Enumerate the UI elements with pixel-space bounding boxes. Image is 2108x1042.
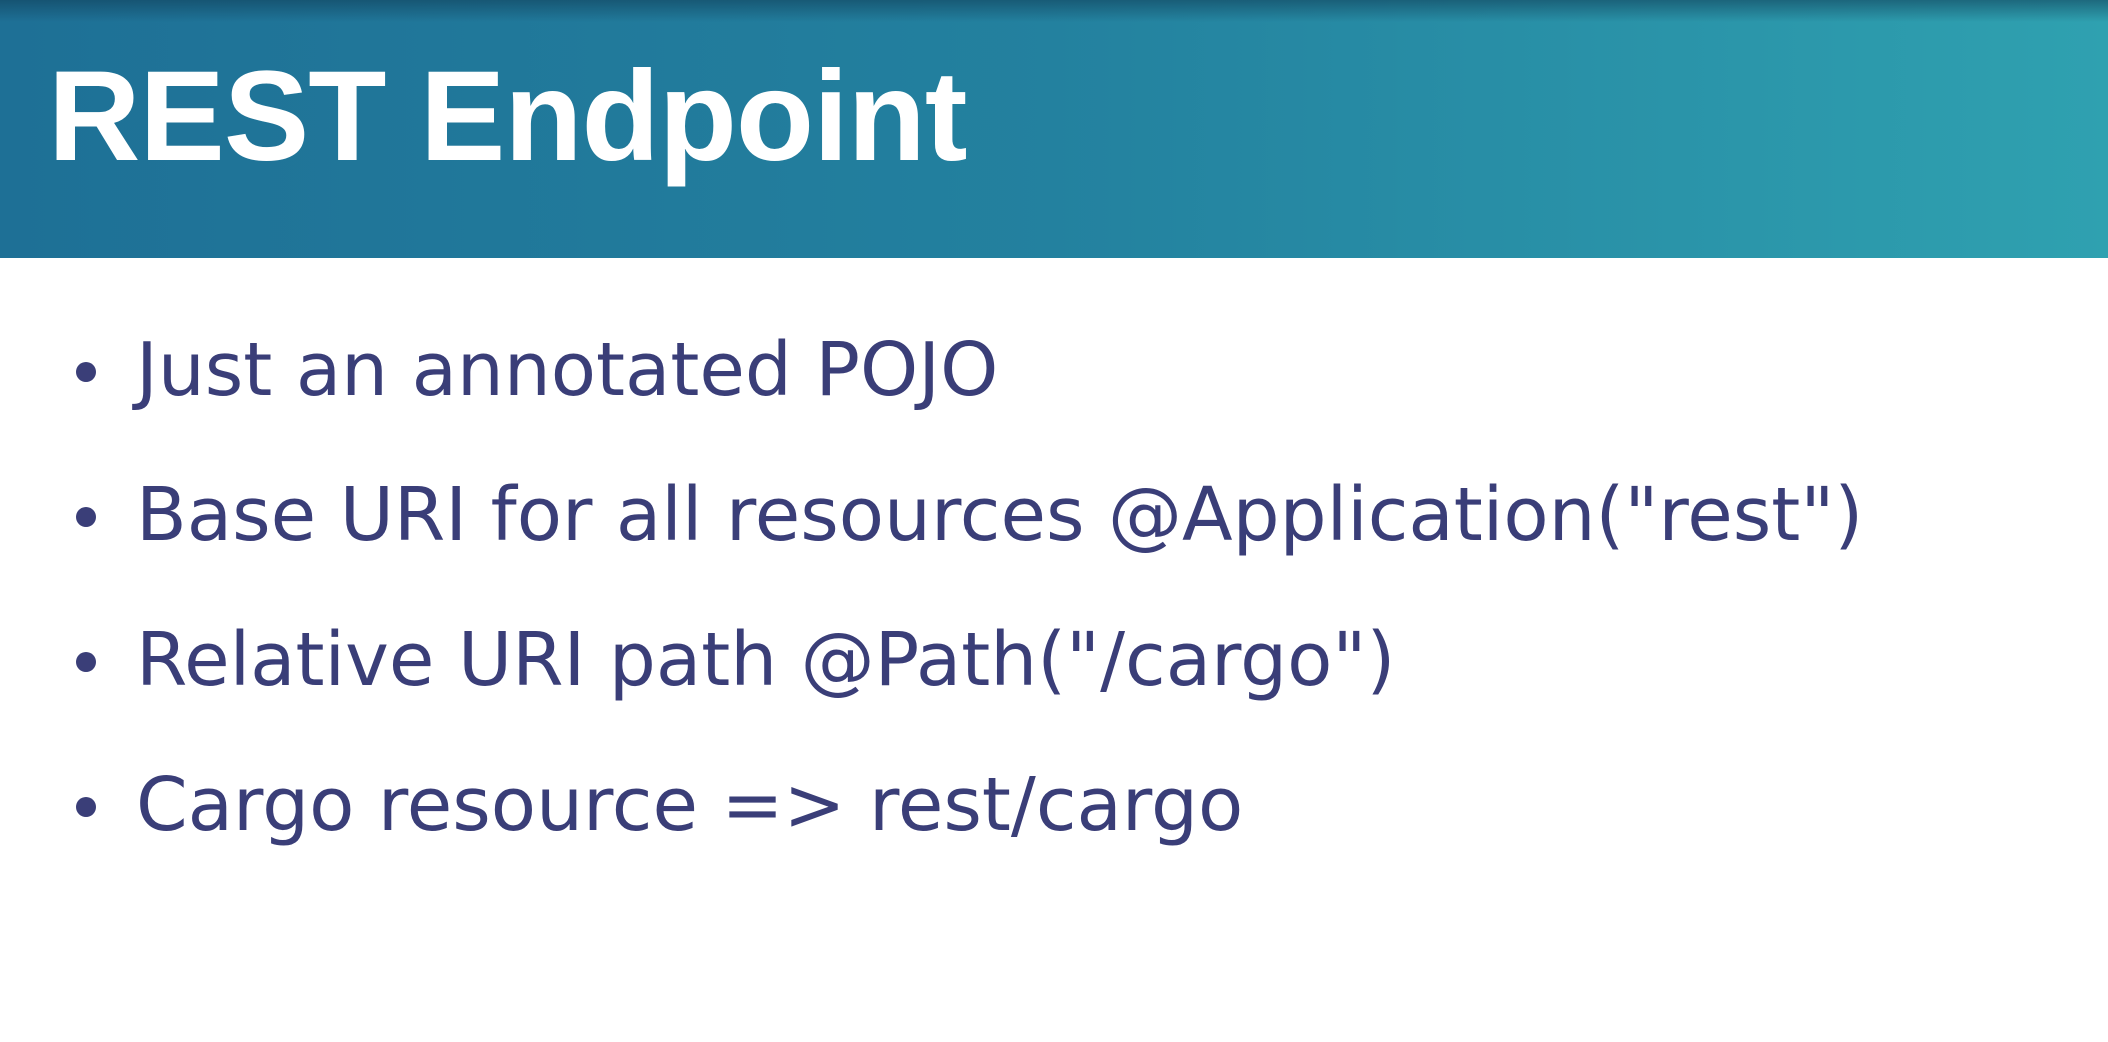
bullet-dot-icon — [76, 652, 96, 672]
bullet-item: Base URI for all resources @Application(… — [72, 455, 1863, 600]
slide: REST Endpoint Just an annotated POJO Bas… — [0, 0, 2108, 1042]
bullet-dot-icon — [76, 797, 96, 817]
bullet-item: Cargo resource => rest/cargo — [72, 745, 1863, 890]
bullet-text: Cargo resource => rest/cargo — [136, 762, 1244, 848]
bullet-text: Relative URI path @Path("/cargo") — [136, 617, 1396, 703]
bullet-list: Just an annotated POJO Base URI for all … — [72, 310, 1863, 890]
bullet-item: Relative URI path @Path("/cargo") — [72, 600, 1863, 745]
bullet-item: Just an annotated POJO — [72, 310, 1863, 455]
bullet-dot-icon — [76, 507, 96, 527]
slide-title: REST Endpoint — [48, 45, 967, 188]
title-bar: REST Endpoint — [0, 0, 2108, 258]
bullet-text: Just an annotated POJO — [136, 327, 999, 413]
bullet-text: Base URI for all resources @Application(… — [136, 472, 1864, 558]
bullet-dot-icon — [76, 362, 96, 382]
